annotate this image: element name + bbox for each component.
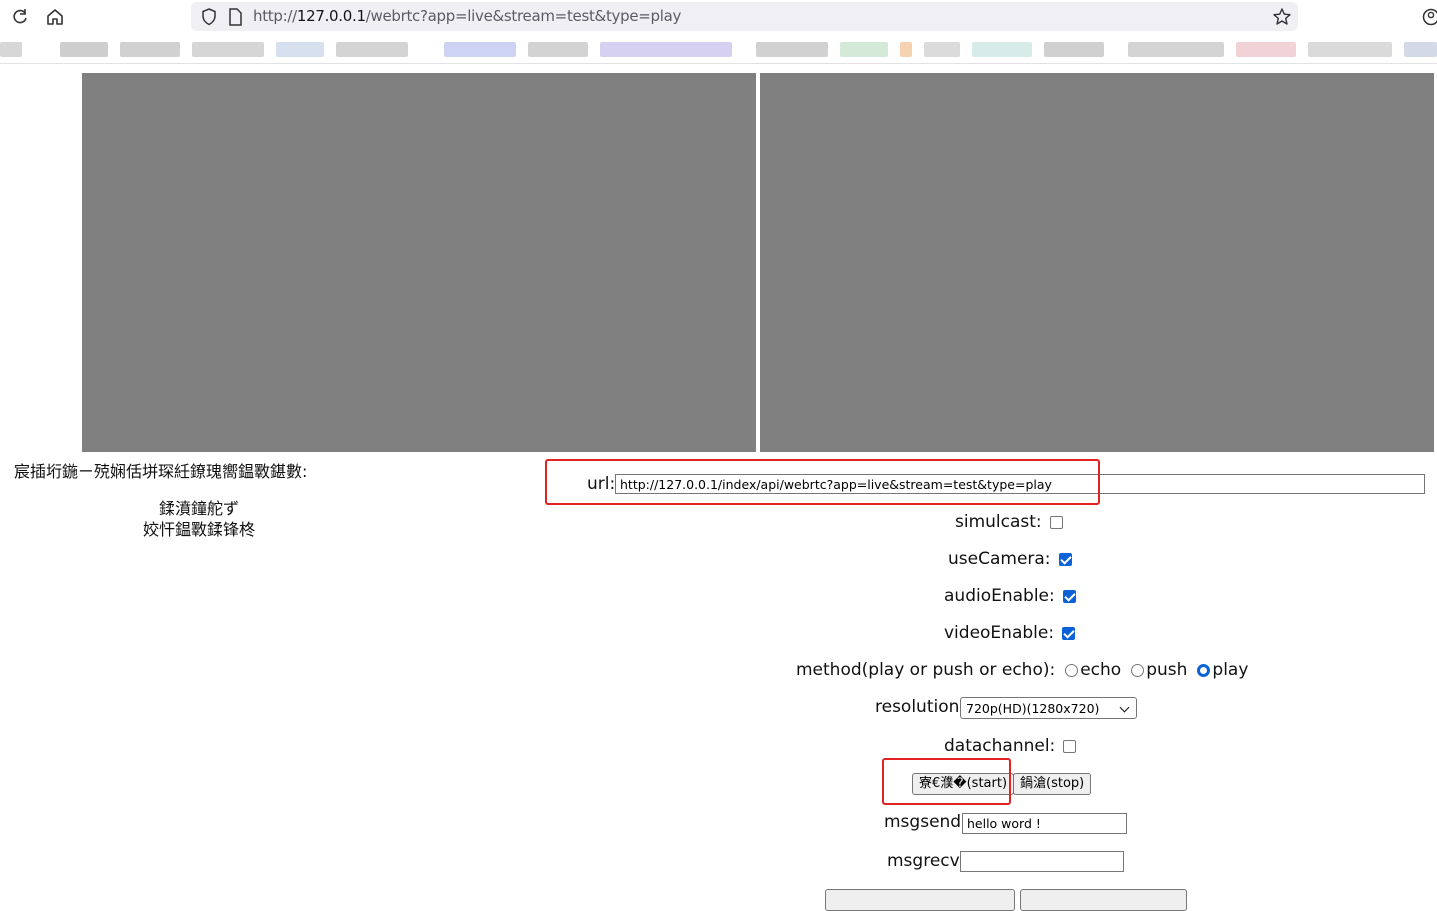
address-text[interactable]: http://127.0.0.1/webrtc?app=live&stream=… xyxy=(253,7,681,25)
usecamera-label: useCamera: xyxy=(948,549,1051,569)
bookmark-item[interactable] xyxy=(1128,42,1224,57)
stream-list-heading: 宸插垳鍦ㄧ殑娴佸垪琛紝鐐瑰嚮鎾斁鍖數: xyxy=(14,458,307,482)
audioenable-label: audioEnable: xyxy=(944,586,1055,606)
usecamera-row: useCamera: xyxy=(948,549,1072,569)
page-icon[interactable] xyxy=(224,6,246,28)
browser-toolbar: http://127.0.0.1/webrtc?app=live&stream=… xyxy=(0,0,1437,33)
bookmark-item[interactable] xyxy=(1236,42,1296,57)
bookmark-item[interactable] xyxy=(528,42,588,57)
videoenable-label: videoEnable: xyxy=(944,623,1054,643)
msgrecv-input[interactable] xyxy=(960,851,1124,872)
resolution-value: 720p(HD)(1280x720) xyxy=(966,701,1099,716)
audioenable-row: audioEnable: xyxy=(944,586,1076,606)
simulcast-checkbox[interactable] xyxy=(1050,516,1063,529)
method-option-push[interactable]: push xyxy=(1146,660,1187,680)
msgsend-label: msgsend: xyxy=(884,812,967,832)
simulcast-label: simulcast: xyxy=(955,512,1042,532)
videoenable-row: videoEnable: xyxy=(944,623,1075,643)
bookmark-item[interactable] xyxy=(756,42,828,57)
method-radio-play[interactable] xyxy=(1197,664,1210,677)
msgsend-input[interactable]: hello word ! xyxy=(962,813,1127,834)
stop-button[interactable]: 鍋滄(stop) xyxy=(1013,773,1091,795)
bookmark-star-icon[interactable] xyxy=(1271,6,1293,28)
bookmark-item[interactable] xyxy=(600,42,732,57)
reload-icon[interactable] xyxy=(9,6,31,28)
bookmark-item[interactable] xyxy=(840,42,888,57)
tracking-protection-icon[interactable] xyxy=(198,6,220,28)
bookmark-item[interactable] xyxy=(192,42,264,57)
datachannel-checkbox[interactable] xyxy=(1063,740,1076,753)
bookmark-item[interactable] xyxy=(1404,42,1437,57)
address-bar[interactable]: http://127.0.0.1/webrtc?app=live&stream=… xyxy=(191,2,1298,31)
usecamera-checkbox[interactable] xyxy=(1059,553,1072,566)
local-video xyxy=(82,73,756,452)
videoenable-checkbox[interactable] xyxy=(1062,627,1075,640)
method-option-play[interactable]: play xyxy=(1212,660,1248,680)
bookmark-item[interactable] xyxy=(924,42,960,57)
method-label: method(play or push or echo): xyxy=(796,660,1055,680)
bookmark-item[interactable] xyxy=(60,42,108,57)
resolution-label: resolution: xyxy=(875,697,965,717)
url-highlight-box xyxy=(545,459,1100,505)
chevron-down-icon xyxy=(1120,703,1130,713)
method-radio-push[interactable] xyxy=(1131,664,1144,677)
resolution-select[interactable]: 720p(HD)(1280x720) xyxy=(960,697,1137,719)
bookmark-item[interactable] xyxy=(0,42,22,57)
bottom-action-button-1[interactable] xyxy=(825,889,1015,911)
bookmark-item[interactable] xyxy=(444,42,516,57)
bookmark-item[interactable] xyxy=(276,42,324,57)
audioenable-checkbox[interactable] xyxy=(1063,590,1076,603)
bottom-action-button-2[interactable] xyxy=(1020,889,1187,911)
bookmark-item[interactable] xyxy=(1308,42,1392,57)
bookmark-item[interactable] xyxy=(900,42,912,57)
bookmark-item[interactable] xyxy=(972,42,1032,57)
method-row: method(play or push or echo): echo push … xyxy=(796,660,1248,680)
account-icon[interactable] xyxy=(1420,6,1437,28)
method-option-echo[interactable]: echo xyxy=(1080,660,1121,680)
bookmark-item[interactable] xyxy=(120,42,180,57)
status-text-refresh: 姣忓鎾斁鍒锋柊 xyxy=(49,516,349,540)
msgrecv-label: msgrecv: xyxy=(887,851,965,871)
datachannel-row: datachannel: xyxy=(944,736,1076,756)
remote-video xyxy=(760,73,1434,452)
method-radio-echo[interactable] xyxy=(1065,664,1078,677)
start-highlight-box xyxy=(882,758,1011,805)
bookmark-item[interactable] xyxy=(336,42,408,57)
home-icon[interactable] xyxy=(44,6,66,28)
bookmark-item[interactable] xyxy=(1044,42,1104,57)
simulcast-row: simulcast: xyxy=(955,512,1063,532)
bookmarks-bar xyxy=(0,33,1437,64)
datachannel-label: datachannel: xyxy=(944,736,1055,756)
